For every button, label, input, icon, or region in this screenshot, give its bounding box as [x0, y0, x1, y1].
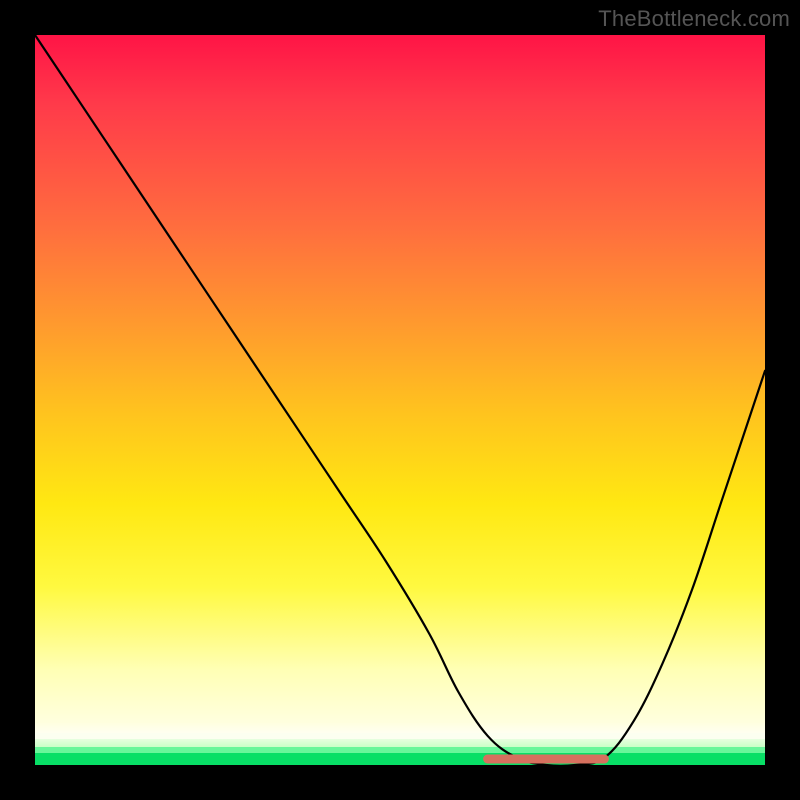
plot-area	[35, 35, 765, 765]
chart-frame: TheBottleneck.com	[0, 0, 800, 800]
curve-svg	[35, 35, 765, 765]
watermark-label: TheBottleneck.com	[598, 6, 790, 32]
bottleneck-curve	[35, 35, 765, 765]
